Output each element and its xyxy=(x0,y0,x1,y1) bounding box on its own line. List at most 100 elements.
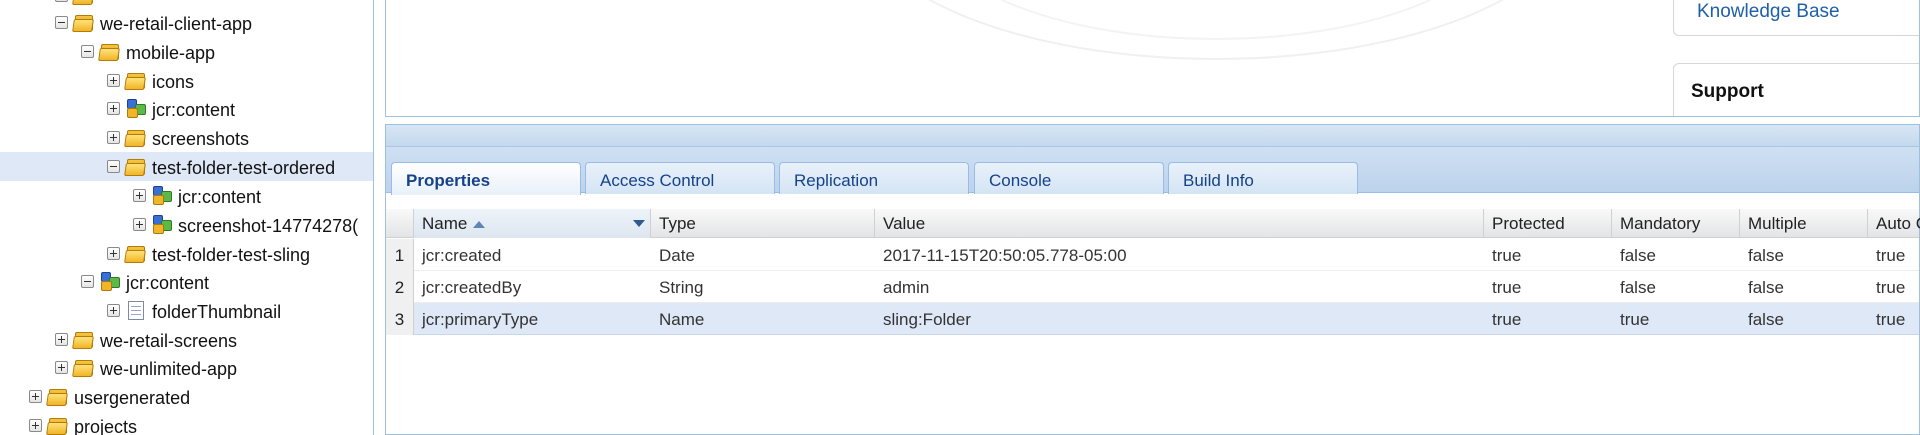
table-cell[interactable]: false xyxy=(1740,310,1868,330)
expand-toggle-icon[interactable] xyxy=(133,218,146,231)
table-cell[interactable]: false xyxy=(1612,278,1740,298)
tree-node-label: jcr:content xyxy=(178,187,262,207)
tree-node-label: jcr:content xyxy=(152,100,236,120)
column-header-protected[interactable]: Protected xyxy=(1484,209,1612,238)
tree-node-label: screenshots xyxy=(152,129,250,149)
collapse-toggle-icon[interactable] xyxy=(81,45,94,58)
knowledge-base-box: Knowledge Base xyxy=(1673,0,1919,36)
expand-toggle-icon[interactable] xyxy=(29,419,42,432)
column-header-label: Multiple xyxy=(1748,214,1807,233)
sort-ascending-icon xyxy=(473,221,486,229)
table-cell[interactable]: Date xyxy=(651,246,875,266)
tree-node[interactable]: test-folder-test-sling xyxy=(0,239,373,268)
column-header-name[interactable]: Name xyxy=(414,209,651,238)
column-header-label: Auto C xyxy=(1876,214,1920,233)
tab-build-info[interactable]: Build Info xyxy=(1168,162,1358,194)
collapse-toggle-icon[interactable] xyxy=(81,275,94,288)
table-cell[interactable]: admin xyxy=(875,278,1484,298)
table-cell[interactable]: Name xyxy=(651,310,875,330)
tree-node[interactable]: projects xyxy=(0,411,373,435)
tab-properties[interactable]: Properties xyxy=(391,162,581,195)
table-row[interactable]: 2 jcr:createdBy String admin true false false t… xyxy=(386,271,1919,303)
tree-node-label: projects xyxy=(74,417,138,435)
tree-node-label: screenshot-14774278( xyxy=(178,216,359,236)
tree-node[interactable]: usergenerated xyxy=(0,382,373,411)
tree-node[interactable]: jcr:content xyxy=(0,267,373,296)
table-row[interactable]: 3 jcr:primaryType Name sling:Folder true true… xyxy=(386,303,1919,335)
column-header-multiple[interactable]: Multiple xyxy=(1740,209,1868,238)
table-cell[interactable]: jcr:createdBy xyxy=(414,278,651,298)
expand-toggle-icon[interactable] xyxy=(107,102,120,115)
table-cell[interactable]: false xyxy=(1740,246,1868,266)
tab-console[interactable]: Console xyxy=(974,162,1164,194)
tree-node[interactable]: test-folder-test-ordered xyxy=(0,152,373,181)
jcr-content-icon xyxy=(151,185,173,205)
row-number: 3 xyxy=(386,303,414,335)
column-header-mandatory[interactable]: Mandatory xyxy=(1612,209,1740,238)
properties-panel: Properties Access Control Replication Co… xyxy=(385,124,1920,435)
table-cell[interactable]: true xyxy=(1484,278,1612,298)
expand-toggle-icon[interactable] xyxy=(55,0,68,2)
expand-toggle-icon[interactable] xyxy=(29,390,42,403)
expand-toggle-icon[interactable] xyxy=(107,304,120,317)
collapse-toggle-icon[interactable] xyxy=(55,16,68,29)
expand-toggle-icon[interactable] xyxy=(55,361,68,374)
table-cell[interactable]: false xyxy=(1612,246,1740,266)
table-cell[interactable]: true xyxy=(1868,278,1920,298)
tree-node-label: usergenerated xyxy=(74,388,191,408)
table-cell[interactable]: String xyxy=(651,278,875,298)
support-box: Support xyxy=(1673,63,1919,116)
table-row[interactable]: 1 jcr:created Date 2017-11-15T20:50:05.778-… xyxy=(386,239,1919,271)
expand-toggle-icon[interactable] xyxy=(55,333,68,346)
expand-toggle-icon[interactable] xyxy=(107,247,120,260)
table-cell[interactable]: sling:Folder xyxy=(875,310,1484,330)
row-number-header xyxy=(386,209,414,238)
row-number: 2 xyxy=(386,271,414,303)
tree-node[interactable]: screenshots xyxy=(0,123,373,152)
tab-replication[interactable]: Replication xyxy=(779,162,969,194)
table-cell[interactable]: true xyxy=(1484,310,1612,330)
folder-icon xyxy=(124,156,147,176)
tree-node[interactable]: mobile-app xyxy=(0,37,373,66)
tree-node-label: mobile-app xyxy=(126,43,216,63)
column-menu-dropdown-icon[interactable] xyxy=(629,209,649,238)
welcome-area: Knowledge Base Support xyxy=(385,0,1920,117)
tree-node[interactable]: icons xyxy=(0,66,373,95)
tab-label: Replication xyxy=(794,171,879,190)
column-header-type[interactable]: Type xyxy=(651,209,875,238)
tree-node-label: we-unlimited-app xyxy=(100,359,238,379)
table-cell[interactable]: jcr:created xyxy=(414,246,651,266)
expand-toggle-icon[interactable] xyxy=(107,131,120,144)
expand-toggle-icon[interactable] xyxy=(107,74,120,87)
table-cell[interactable]: true xyxy=(1868,310,1920,330)
tab-access-control[interactable]: Access Control xyxy=(585,162,775,194)
panel-header xyxy=(386,125,1919,147)
column-header-value[interactable]: Value xyxy=(875,209,1484,238)
tree-node-label: folderThumbnail xyxy=(152,302,282,322)
table-cell[interactable]: true xyxy=(1484,246,1612,266)
table-cell[interactable]: false xyxy=(1740,278,1868,298)
table-cell[interactable]: 2017-11-15T20:50:05.778-05:00 xyxy=(875,246,1484,266)
table-cell[interactable]: true xyxy=(1868,246,1920,266)
expand-toggle-icon[interactable] xyxy=(133,189,146,202)
jcr-content-icon xyxy=(125,98,147,118)
tree-node[interactable]: jcr:content xyxy=(0,94,373,123)
collapse-toggle-icon[interactable] xyxy=(107,160,120,173)
tree-node[interactable]: we-retail-client-app xyxy=(0,8,373,37)
jcr-content-icon xyxy=(151,214,173,234)
table-cell[interactable]: jcr:primaryType xyxy=(414,310,651,330)
tree-node[interactable]: screenshot-14774278( xyxy=(0,210,373,239)
tree-node[interactable]: jcr:content xyxy=(0,181,373,210)
folder-icon xyxy=(124,243,147,263)
tree-node[interactable]: we-unlimited-app xyxy=(0,353,373,382)
tree-node-label: we-retail-screens xyxy=(100,331,238,351)
table-cell[interactable]: true xyxy=(1612,310,1740,330)
support-heading: Support xyxy=(1691,81,1764,102)
column-header-auto-created[interactable]: Auto C xyxy=(1868,209,1920,238)
knowledge-base-link[interactable]: Knowledge Base xyxy=(1697,1,1840,23)
column-header-label: Mandatory xyxy=(1620,214,1701,233)
folder-icon xyxy=(72,0,95,5)
tree-node[interactable]: we-retail-screens xyxy=(0,325,373,354)
tree-node[interactable]: folderThumbnail xyxy=(0,296,373,325)
tree-node-label: jcr:content xyxy=(126,273,210,293)
